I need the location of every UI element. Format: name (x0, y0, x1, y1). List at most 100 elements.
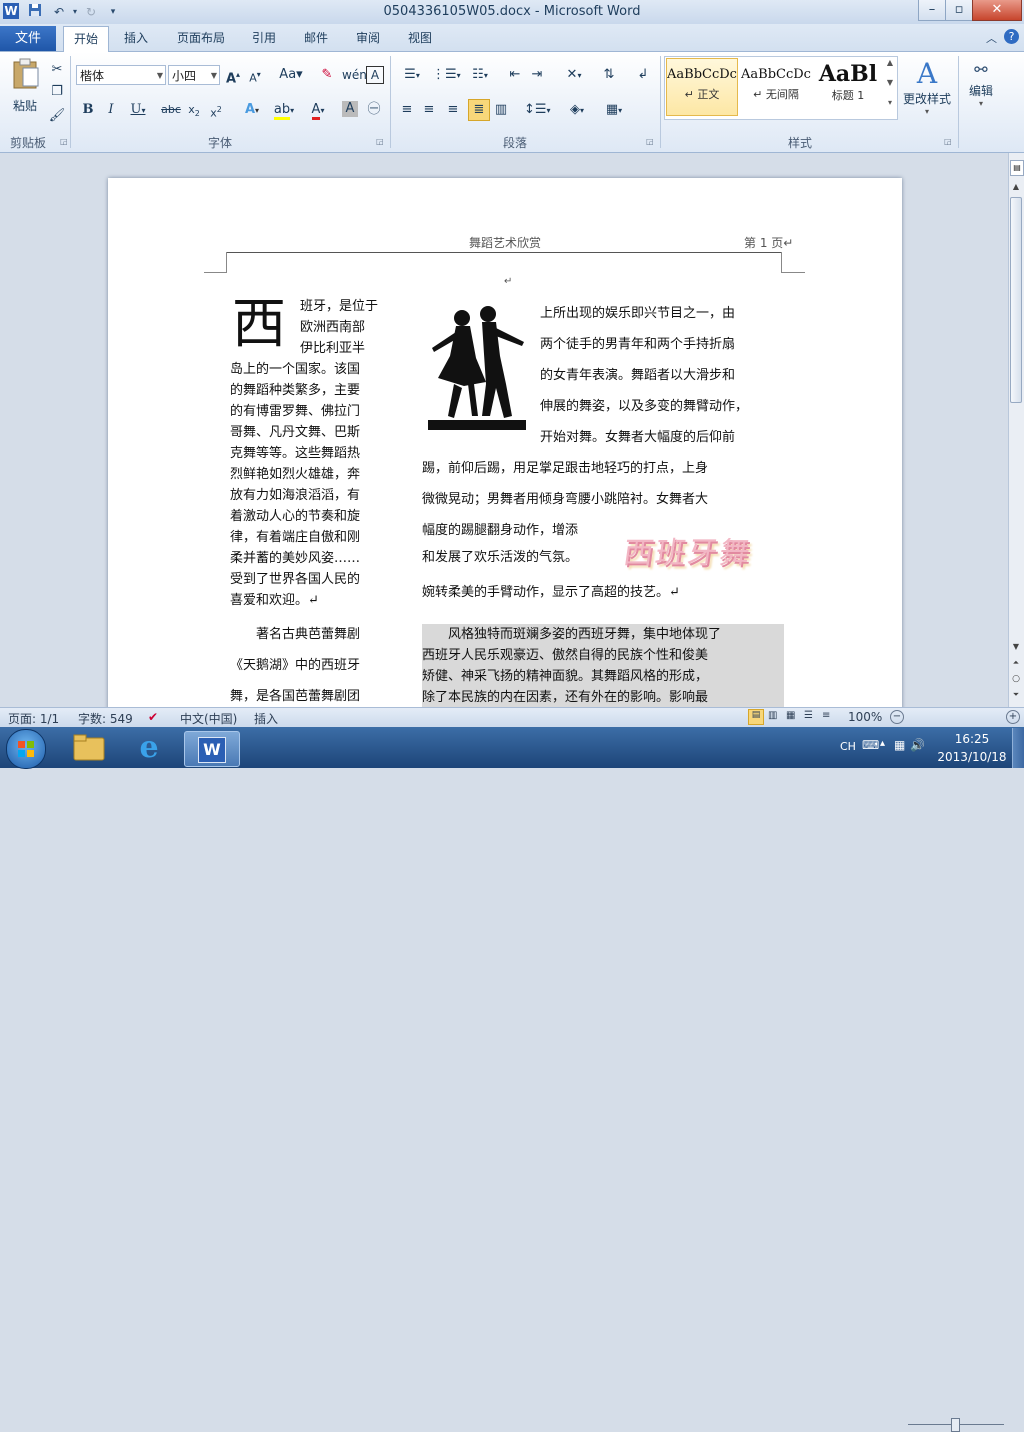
align-center-button[interactable]: ≡ (420, 100, 438, 120)
status-word-count[interactable]: 字数: 549 (78, 710, 133, 727)
line-spacing-button[interactable]: ↕☰▾ (524, 100, 551, 120)
bullets-button[interactable]: ☰▾ (398, 65, 426, 85)
align-right-button[interactable]: ≡ (444, 100, 462, 120)
sort-button[interactable]: ⇅ (600, 65, 618, 85)
tab-references[interactable]: 引用 (246, 26, 282, 51)
dancers-image[interactable] (424, 304, 530, 432)
next-page-icon[interactable]: ⏷ (1010, 690, 1022, 702)
paragraph-dialog-launcher-icon[interactable]: ◲ (646, 137, 654, 146)
vertical-scroll-thumb[interactable] (1010, 197, 1022, 403)
print-layout-view-icon[interactable]: ▤ (748, 709, 764, 725)
zoom-out-icon[interactable]: − (890, 710, 904, 724)
grow-font-button[interactable]: A▴ (224, 65, 242, 86)
font-color-button[interactable]: A▾ (306, 100, 330, 120)
styles-dialog-launcher-icon[interactable]: ◲ (944, 137, 952, 146)
tab-review[interactable]: 审阅 (350, 26, 386, 51)
italic-button[interactable]: I (103, 100, 119, 120)
taskbar-ie[interactable]: e (122, 731, 176, 765)
justify-button[interactable]: ≣ (468, 99, 490, 121)
character-border-button[interactable]: A (366, 66, 384, 84)
previous-page-icon[interactable]: ⏶ (1010, 658, 1022, 670)
tab-mailings[interactable]: 邮件 (298, 26, 334, 51)
font-dialog-launcher-icon[interactable]: ◲ (376, 137, 384, 146)
minimize-button[interactable]: – (918, 0, 946, 21)
style-no-spacing[interactable]: AaBbCcDc ↵ 无间隔 (740, 58, 812, 116)
zoom-level[interactable]: 100% (848, 710, 882, 724)
zoom-in-icon[interactable]: + (1006, 710, 1020, 724)
status-language[interactable]: 中文(中国) (180, 710, 237, 727)
enclose-characters-button[interactable]: ㊀ (364, 100, 384, 120)
shading-button[interactable]: ◈▾ (564, 100, 590, 120)
proofing-icon[interactable]: ✔ (148, 710, 158, 724)
borders-button[interactable]: ▦▾ (600, 100, 628, 120)
keyboard-icon[interactable]: ⌨ (862, 738, 879, 752)
status-insert-mode[interactable]: 插入 (254, 710, 278, 727)
strikethrough-button[interactable]: abc (160, 100, 182, 120)
cut-icon[interactable]: ✂ (48, 60, 66, 80)
change-case-button[interactable]: Aa▾ (278, 65, 304, 85)
web-layout-icon[interactable]: ▦ (786, 710, 795, 721)
ruler-toggle-icon[interactable]: ▤ (1010, 160, 1024, 176)
shrink-font-button[interactable]: A▾ (246, 65, 264, 85)
outline-view-icon[interactable]: ☰ (804, 710, 813, 721)
tab-insert[interactable]: 插入 (116, 26, 156, 51)
format-painter-icon[interactable]: 🖌 (48, 106, 66, 126)
style-normal[interactable]: AaBbCcDc ↵ 正文 (666, 58, 738, 116)
document-page[interactable]: 舞蹈艺术欣赏 第 1 页↵ ↵ 西 班牙，是位于 欧洲西南部 伊比利亚半 岛上的… (108, 178, 902, 707)
editing-button[interactable]: ⚯ 编辑 ▾ (964, 58, 998, 120)
network-icon[interactable]: ▦ (894, 738, 905, 752)
change-styles-button[interactable]: A 更改样式 ▾ (900, 58, 954, 120)
phonetic-guide-button[interactable]: wén (342, 65, 367, 85)
tab-page-layout[interactable]: 页面布局 (170, 26, 232, 51)
subscript-button[interactable]: x2 (186, 100, 202, 120)
scroll-up-icon[interactable]: ▲ (1010, 182, 1022, 194)
taskbar-word[interactable]: W (184, 731, 240, 767)
style-heading-1[interactable]: AaBl 标题 1 (812, 58, 884, 116)
decrease-indent-button[interactable]: ⇤ (506, 65, 524, 85)
styles-more-icon[interactable]: ▾ (884, 98, 896, 116)
tab-home[interactable]: 开始 (63, 26, 109, 53)
bold-button[interactable]: B (80, 100, 96, 120)
multilevel-list-button[interactable]: ☷▾ (466, 65, 494, 85)
help-icon[interactable]: ? (1004, 29, 1019, 44)
increase-indent-button[interactable]: ⇥ (528, 65, 546, 85)
underline-button[interactable]: U▾ (126, 100, 150, 120)
asian-layout-button[interactable]: ✕▾ (560, 65, 588, 85)
character-shading-button[interactable]: A (342, 101, 358, 117)
show-hide-marks-button[interactable]: ↲ (636, 65, 650, 85)
tab-view[interactable]: 视图 (402, 26, 438, 51)
minimize-ribbon-icon[interactable]: ︿ (986, 30, 997, 46)
wordart-spain-dance[interactable]: 西班牙舞 (621, 528, 755, 572)
taskbar-explorer[interactable] (62, 731, 116, 765)
font-name-select[interactable]: 楷体 ▼ (76, 65, 166, 85)
styles-scroll-up-icon[interactable]: ▲ (884, 58, 896, 76)
volume-icon[interactable]: 🔊 (910, 738, 925, 752)
clock-date[interactable]: 2013/10/18 (934, 750, 1010, 764)
highlight-color-button[interactable]: ab▾ (270, 100, 298, 120)
ime-indicator[interactable]: CH (840, 740, 856, 753)
scroll-down-icon[interactable]: ▼ (1010, 642, 1022, 654)
font-size-select[interactable]: 小四 ▼ (168, 65, 220, 85)
status-page[interactable]: 页面: 1/1 (8, 710, 59, 727)
copy-icon[interactable]: ❐ (48, 82, 66, 102)
draft-view-icon[interactable]: ≡ (822, 710, 830, 721)
full-screen-reading-icon[interactable]: ▥ (768, 710, 777, 721)
clipboard-dialog-launcher-icon[interactable]: ◲ (60, 137, 68, 146)
start-button[interactable] (6, 729, 46, 769)
paste-button[interactable]: 粘贴 (8, 58, 42, 120)
browse-object-icon[interactable]: ○ (1010, 674, 1022, 686)
text-effects-button[interactable]: A▾ (240, 100, 264, 120)
distributed-button[interactable]: ▥ (492, 100, 510, 120)
superscript-button[interactable]: x2 (208, 100, 224, 120)
numbering-button[interactable]: ⋮☰▾ (432, 65, 461, 85)
clear-formatting-button[interactable]: ✎ (318, 65, 336, 85)
show-desktop-button[interactable] (1012, 728, 1024, 768)
clock-time[interactable]: 16:25 (944, 732, 1000, 746)
maximize-button[interactable]: ▫ (945, 0, 973, 21)
close-button[interactable]: ✕ (972, 0, 1022, 21)
tab-file[interactable]: 文件 (0, 26, 56, 51)
align-left-button[interactable]: ≡ (398, 100, 416, 120)
tray-overflow-icon[interactable]: ▴ (880, 738, 885, 749)
zoom-slider-thumb[interactable] (951, 1418, 960, 1432)
styles-scroll-down-icon[interactable]: ▼ (884, 78, 896, 96)
